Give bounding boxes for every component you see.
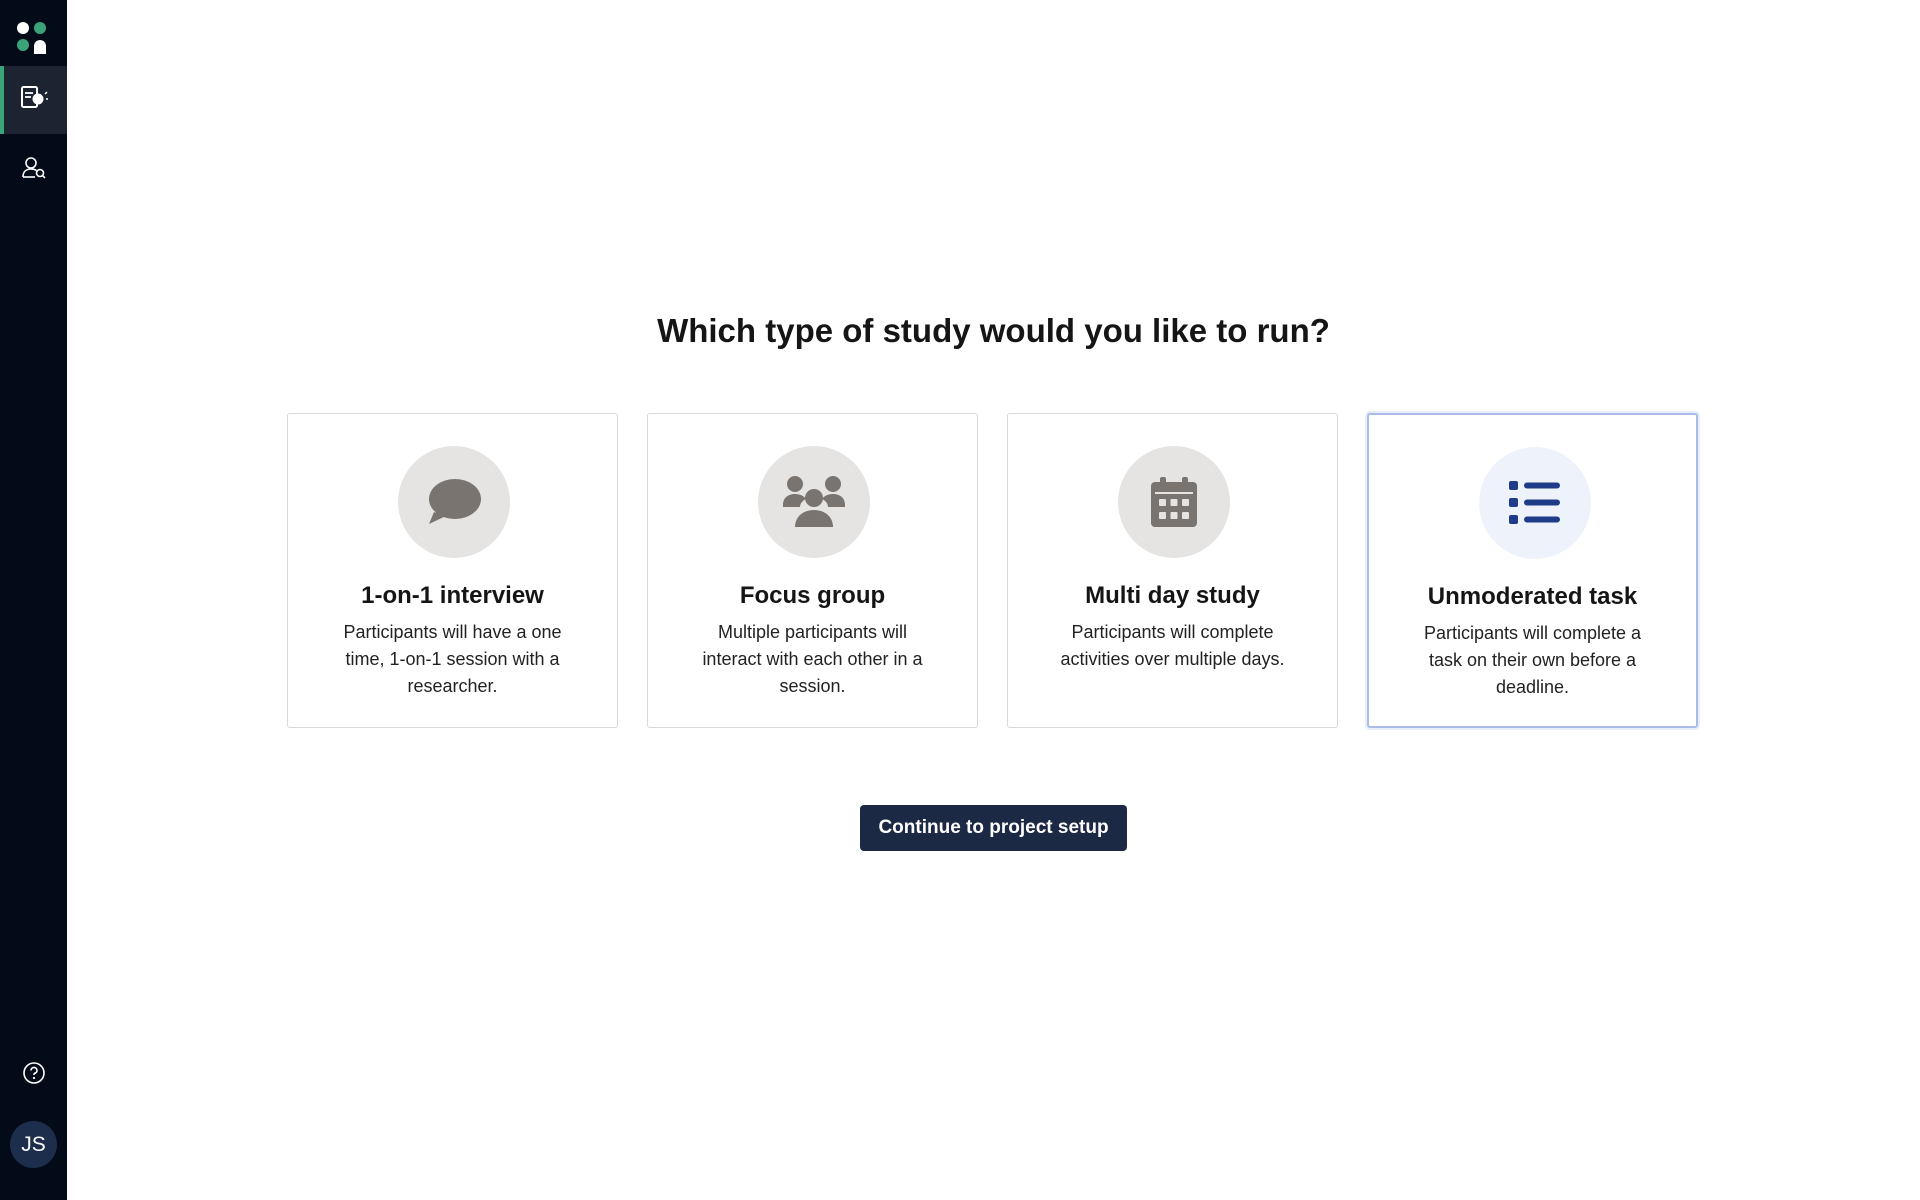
study-option-multi-day[interactable]: Multi day study Participants will comple…: [1007, 413, 1338, 728]
speech-bubble-icon: [398, 446, 510, 558]
app-logo[interactable]: [16, 20, 50, 54]
group-icon: [758, 446, 870, 558]
study-option-title: Focus group: [739, 582, 886, 609]
study-option-title: Unmoderated task: [1427, 583, 1638, 610]
participants-icon: [21, 156, 47, 185]
list-icon: [1479, 447, 1591, 559]
calendar-icon: [1118, 446, 1230, 558]
study-option-title: 1-on-1 interview: [361, 582, 544, 609]
projects-icon: [19, 84, 49, 117]
main-content: Which type of study would you like to ru…: [67, 0, 1920, 1200]
help-icon: [22, 1061, 46, 1090]
continue-to-project-setup-button[interactable]: Continue to project setup: [860, 805, 1127, 851]
study-option-interview[interactable]: 1-on-1 interview Participants will have …: [287, 413, 618, 728]
study-option-focus-group[interactable]: Focus group Multiple participants will i…: [647, 413, 978, 728]
study-option-description: Participants will complete activities ov…: [1060, 622, 1285, 669]
sidebar-item-participants[interactable]: [0, 136, 67, 204]
study-option-description: Participants will have a one time, 1-on-…: [343, 622, 562, 696]
study-option-description: Multiple participants will interact with…: [702, 622, 923, 696]
sidebar-item-projects[interactable]: [0, 66, 67, 134]
study-option-description: Participants will complete a task on the…: [1423, 623, 1642, 697]
page-title: Which type of study would you like to ru…: [657, 312, 1330, 349]
study-option-unmoderated[interactable]: Unmoderated task Participants will compl…: [1367, 413, 1698, 728]
sidebar: JS: [0, 0, 67, 1200]
help-button[interactable]: [0, 1056, 67, 1094]
avatar[interactable]: JS: [10, 1121, 57, 1168]
study-option-title: Multi day study: [1085, 582, 1260, 609]
